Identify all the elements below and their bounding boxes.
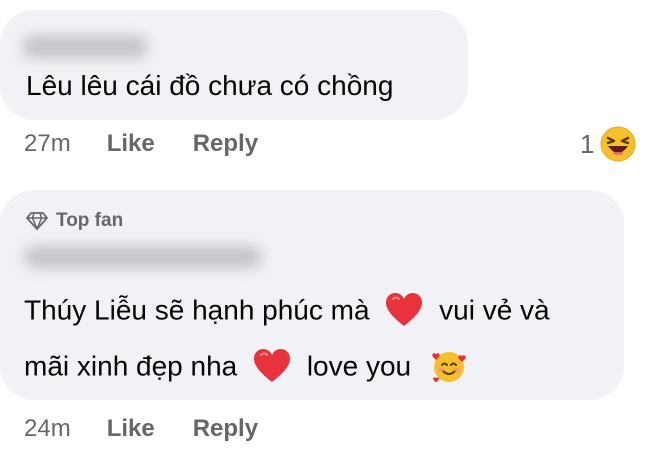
like-button[interactable]: Like — [107, 130, 155, 158]
comment-bubble-1: Lêu lêu cái đồ chưa có chồng — [0, 10, 468, 120]
laughing-emoji-icon — [600, 126, 636, 162]
comment-text-line-2: mãi xinh đẹp nha love you — [24, 349, 467, 386]
comment-bubble-2: Top fan Thúy Liễu sẽ hạnh phúc mà vui vẻ… — [0, 190, 624, 400]
comment-text-segment: Thúy Liễu sẽ hạnh phúc mà — [24, 294, 370, 326]
reply-button[interactable]: Reply — [193, 415, 258, 443]
comment-text-segment: love you — [306, 350, 412, 382]
author-name-blurred[interactable] — [24, 246, 262, 268]
reaction-summary[interactable]: 1 — [580, 126, 636, 162]
comment-timestamp[interactable]: 24m — [24, 415, 71, 443]
heart-emoji-icon — [254, 349, 291, 382]
like-button[interactable]: Like — [107, 415, 155, 443]
diamond-icon — [26, 212, 48, 230]
comment-text-segment: mãi xinh đẹp nha — [24, 350, 238, 382]
comment-text-segment: vui vẻ và — [439, 294, 550, 326]
smiling-face-with-hearts-icon — [432, 352, 466, 383]
top-fan-label: Top fan — [56, 210, 124, 231]
comment-actions-1: 27m Like Reply — [24, 130, 296, 158]
author-name-blurred[interactable] — [22, 36, 148, 58]
comment-actions-2: 24m Like Reply — [24, 415, 296, 443]
heart-emoji-icon — [386, 293, 423, 326]
reply-button[interactable]: Reply — [193, 130, 258, 158]
comment-text-line-1: Thúy Liễu sẽ hạnh phúc mà vui vẻ và — [24, 293, 550, 330]
comment-timestamp[interactable]: 27m — [24, 130, 71, 158]
comment-text: Lêu lêu cái đồ chưa có chồng — [26, 70, 394, 101]
reaction-count: 1 — [580, 128, 595, 159]
top-fan-badge[interactable]: Top fan — [26, 210, 123, 232]
